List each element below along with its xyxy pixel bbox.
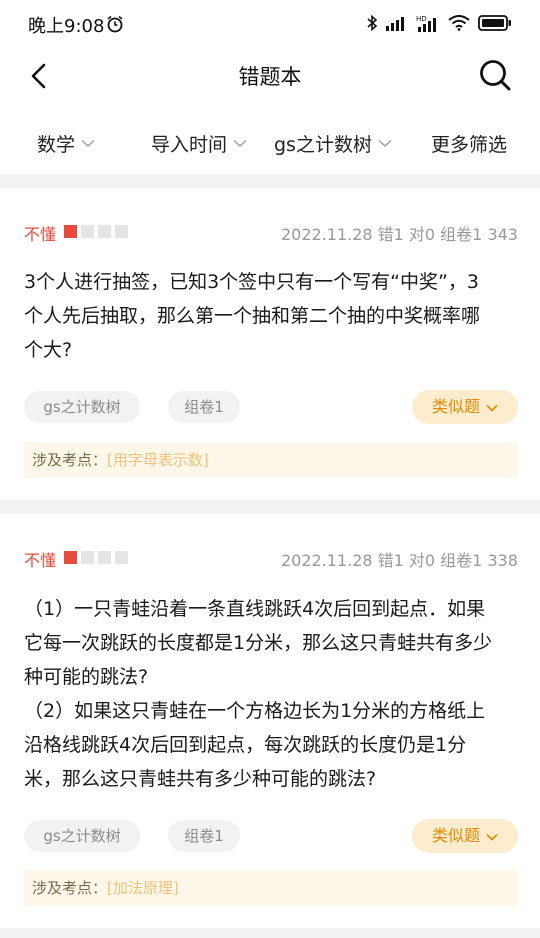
knowledge-points-label: 涉及考点： — [32, 879, 108, 897]
status-icons: HD — [366, 14, 512, 32]
search-icon[interactable] — [478, 58, 512, 92]
nav-bar: 错题本 — [0, 48, 540, 104]
card-header: 不懂 2022.11.28 错1 对0 组卷1 338 — [24, 547, 518, 571]
question-card[interactable]: 不懂 2022.11.28 错1 对0 组卷1 338 （1）一只青蛙沿着一条直… — [0, 514, 540, 938]
mastery-block — [64, 225, 77, 238]
similar-questions-button[interactable]: 类似题 — [412, 819, 518, 853]
mastery-level — [64, 225, 128, 238]
question-line: 3个人进行抽签，已知3个签中只有一个写有“中奖”，3 — [24, 271, 479, 293]
mastery-block — [115, 551, 128, 564]
question-line: 沿格线跳跃4次后回到起点，每次跳跃的长度仍是1分 — [24, 734, 467, 756]
mastery-block — [115, 225, 128, 238]
filter-more-label: 更多筛选 — [431, 134, 508, 156]
question-line: 个人先后抽取，那么第一个抽和第二个抽的中奖概率哪 — [24, 305, 481, 327]
tag-paper[interactable]: 组卷1 — [168, 391, 240, 423]
question-meta: 2022.11.28 错1 对0 组卷1 338 — [280, 551, 518, 570]
battery-icon — [478, 15, 511, 31]
chevron-down-icon — [81, 139, 95, 148]
knowledge-points: 涉及考点：[加法原理] — [24, 870, 518, 906]
filter-more[interactable]: 更多筛选 — [431, 130, 507, 157]
page-title: 错题本 — [238, 65, 302, 89]
chevron-down-icon — [486, 833, 498, 841]
mastery-block — [81, 225, 94, 238]
chevron-down-icon — [378, 139, 392, 148]
question-line: 种可能的跳法? — [24, 666, 149, 688]
knowledge-points-label: 涉及考点： — [32, 451, 108, 469]
knowledge-point-link[interactable]: [加法原理] — [107, 879, 179, 897]
knowledge-points: 涉及考点：[用字母表示数] — [24, 442, 518, 478]
question-line: （2）如果这只青蛙在一个方格边长为1分米的方格纸上 — [24, 700, 486, 722]
tag-book[interactable]: gs之计数树 — [24, 391, 140, 423]
question-line: （1）一只青蛙沿着一条直线跳跃4次后回到起点．如果 — [24, 598, 486, 620]
similar-questions-label: 类似题 — [431, 397, 480, 416]
filter-subject[interactable]: 数学 — [37, 130, 95, 157]
question-line: 米，那么这只青蛙共有多少种可能的跳法? — [24, 768, 377, 790]
alarm-icon — [107, 15, 123, 33]
mastery-block — [81, 551, 94, 564]
network-type-label: HD — [416, 15, 427, 23]
signal-hd-icon: HD — [416, 15, 436, 32]
tag-book[interactable]: gs之计数树 — [24, 820, 140, 852]
tag-paper[interactable]: 组卷1 — [168, 820, 240, 852]
mastery-block — [98, 551, 111, 564]
mastery-level — [64, 551, 128, 564]
chevron-down-icon — [233, 139, 247, 148]
similar-questions-button[interactable]: 类似题 — [412, 390, 518, 424]
chevron-down-icon — [486, 404, 498, 412]
divider — [0, 174, 540, 188]
filter-bar: 数学 导入时间 gs之计数树 更多筛选 — [0, 118, 540, 168]
knowledge-point-link[interactable]: [用字母表示数] — [107, 451, 209, 469]
question-card[interactable]: 不懂 2022.11.28 错1 对0 组卷1 343 3个人进行抽签，已知3个… — [0, 188, 540, 500]
mastery-label: 不懂 — [24, 225, 57, 244]
question-line: 它每一次跳跃的长度都是1分米，那么这只青蛙共有多少 — [24, 632, 493, 654]
signal-icon — [386, 17, 404, 31]
filter-book[interactable]: gs之计数树 — [274, 130, 392, 157]
mastery-block — [64, 551, 77, 564]
filter-subject-label: 数学 — [37, 134, 76, 156]
status-time: 晚上9:08 — [28, 16, 105, 37]
status-bar: 晚上9:08 HD — [0, 0, 540, 48]
question-text: 3个人进行抽签，已知3个签中只有一个写有“中奖”，3 个人先后抽取，那么第一个抽… — [24, 265, 518, 367]
divider — [0, 500, 540, 514]
filter-book-label: gs之计数树 — [274, 134, 372, 156]
question-text: （1）一只青蛙沿着一条直线跳跃4次后回到起点．如果 它每一次跳跃的长度都是1分米… — [24, 592, 518, 796]
question-line: 个大? — [24, 339, 73, 361]
filter-import-time[interactable]: 导入时间 — [151, 130, 247, 157]
divider — [0, 928, 540, 938]
filter-import-time-label: 导入时间 — [151, 134, 228, 156]
card-header: 不懂 2022.11.28 错1 对0 组卷1 343 — [24, 221, 518, 245]
bluetooth-icon — [367, 14, 378, 32]
similar-questions-label: 类似题 — [431, 826, 480, 845]
wifi-icon — [448, 15, 470, 31]
question-meta: 2022.11.28 错1 对0 组卷1 343 — [280, 225, 518, 244]
mastery-label: 不懂 — [24, 551, 57, 570]
mastery-block — [98, 225, 111, 238]
